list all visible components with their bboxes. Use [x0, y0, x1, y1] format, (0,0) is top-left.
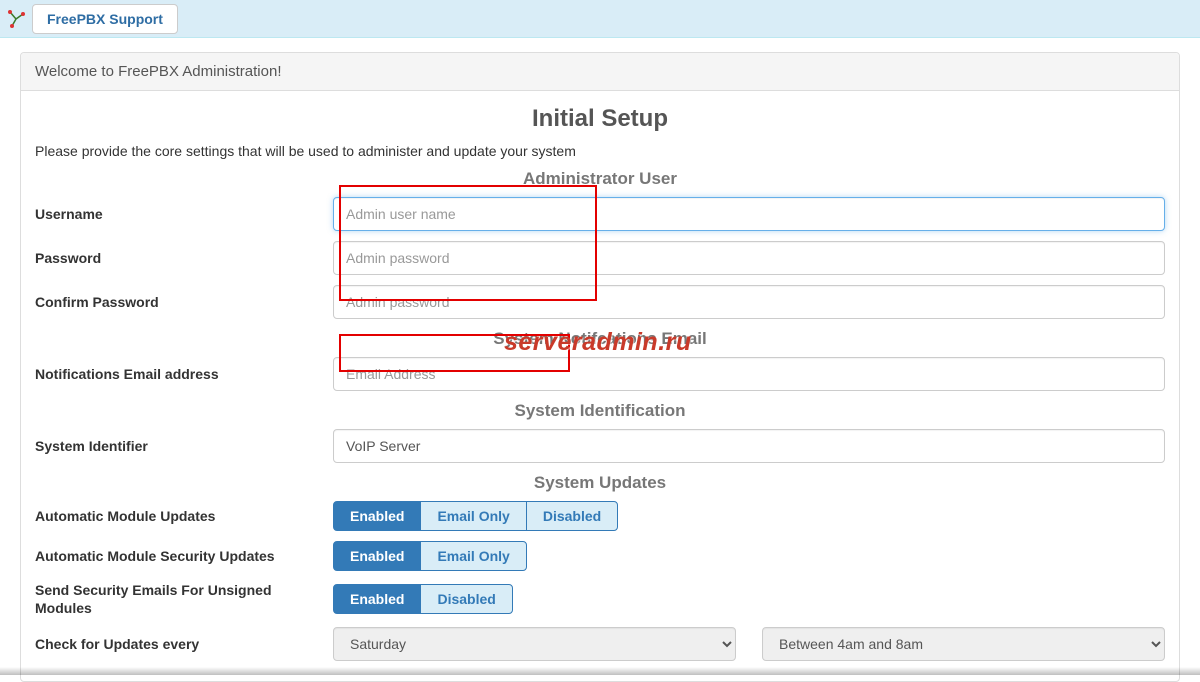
password-input[interactable]	[333, 241, 1165, 275]
auto-module-updates-label: Automatic Module Updates	[35, 508, 333, 524]
system-identifier-input[interactable]	[333, 429, 1165, 463]
system-identifier-label: System Identifier	[35, 438, 333, 454]
main-panel: Welcome to FreePBX Administration! Initi…	[20, 52, 1180, 682]
password-label: Password	[35, 250, 333, 266]
auto-security-enabled-button[interactable]: Enabled	[333, 541, 421, 571]
section-notifications-email: System Notifcations Email	[35, 329, 1165, 349]
unsigned-emails-label: Send Security Emails For Unsigned Module…	[35, 581, 333, 617]
auto-module-disabled-button[interactable]: Disabled	[526, 501, 618, 531]
check-updates-time-select[interactable]: Between 4am and 8am	[762, 627, 1165, 661]
instructions-text: Please provide the core settings that wi…	[35, 143, 1165, 159]
unsigned-emails-toggle: Enabled Disabled	[333, 584, 513, 614]
panel-heading: Welcome to FreePBX Administration!	[21, 53, 1179, 91]
auto-module-emailonly-button[interactable]: Email Only	[420, 501, 526, 531]
auto-security-updates-label: Automatic Module Security Updates	[35, 548, 333, 564]
username-input[interactable]	[333, 197, 1165, 231]
section-system-identification: System Identification	[35, 401, 1165, 421]
section-administrator-user: Administrator User	[35, 169, 1165, 189]
freepbx-support-button[interactable]: FreePBX Support	[32, 4, 178, 34]
username-label: Username	[35, 206, 333, 222]
auto-module-updates-toggle: Enabled Email Only Disabled	[333, 501, 618, 531]
confirm-password-label: Confirm Password	[35, 294, 333, 310]
topbar: FreePBX Support	[0, 0, 1200, 38]
check-updates-day-select[interactable]: Saturday	[333, 627, 736, 661]
auto-security-emailonly-button[interactable]: Email Only	[420, 541, 526, 571]
unsigned-emails-enabled-button[interactable]: Enabled	[333, 584, 421, 614]
bottom-shadow	[0, 667, 1200, 675]
notifications-email-input[interactable]	[333, 357, 1165, 391]
confirm-password-input[interactable]	[333, 285, 1165, 319]
auto-module-enabled-button[interactable]: Enabled	[333, 501, 421, 531]
auto-security-updates-toggle: Enabled Email Only	[333, 541, 527, 571]
section-system-updates: System Updates	[35, 473, 1165, 493]
notifications-email-label: Notifications Email address	[35, 366, 333, 382]
page-title: Initial Setup	[35, 105, 1165, 133]
check-updates-label: Check for Updates every	[35, 636, 333, 652]
unsigned-emails-disabled-button[interactable]: Disabled	[420, 584, 512, 614]
freepbx-logo-icon	[6, 9, 26, 29]
